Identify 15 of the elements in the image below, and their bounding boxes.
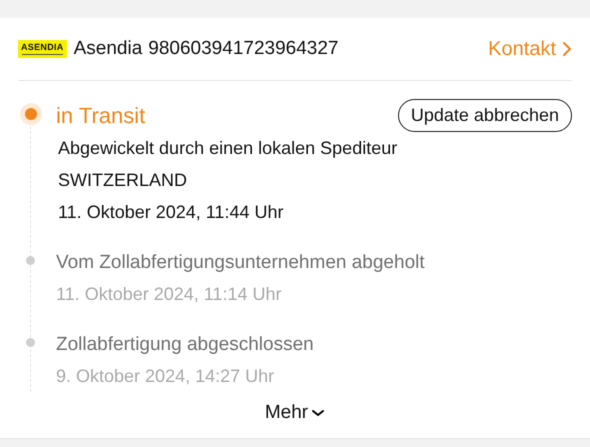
event-title: Vom Zollabfertigungsunternehmen abgeholt — [56, 251, 425, 275]
tracking-number: 980603941723964327 — [148, 38, 338, 60]
chevron-down-icon — [311, 408, 326, 418]
more-button[interactable]: Mehr — [264, 398, 326, 428]
event-title: Zollabfertigung abgeschlossen — [56, 333, 314, 357]
carrier-logo: ASENDIA — [18, 40, 67, 58]
event-time: 11. Oktober 2024, 11:44 Uhr — [58, 201, 284, 224]
cancel-update-button[interactable]: Update abbrechen — [398, 99, 572, 132]
event-detail: SWITZERLAND — [58, 169, 188, 192]
carrier-name: Asendia — [74, 38, 142, 60]
event-time: 11. Oktober 2024, 11:14 Uhr — [56, 283, 282, 306]
event-detail: Abgewickelt durch einen lokalen Spediteur — [58, 137, 398, 160]
event-title: in Transit — [56, 102, 146, 130]
chevron-right-icon — [562, 41, 572, 57]
event-time: 9. Oktober 2024, 14:27 Uhr — [56, 365, 276, 388]
